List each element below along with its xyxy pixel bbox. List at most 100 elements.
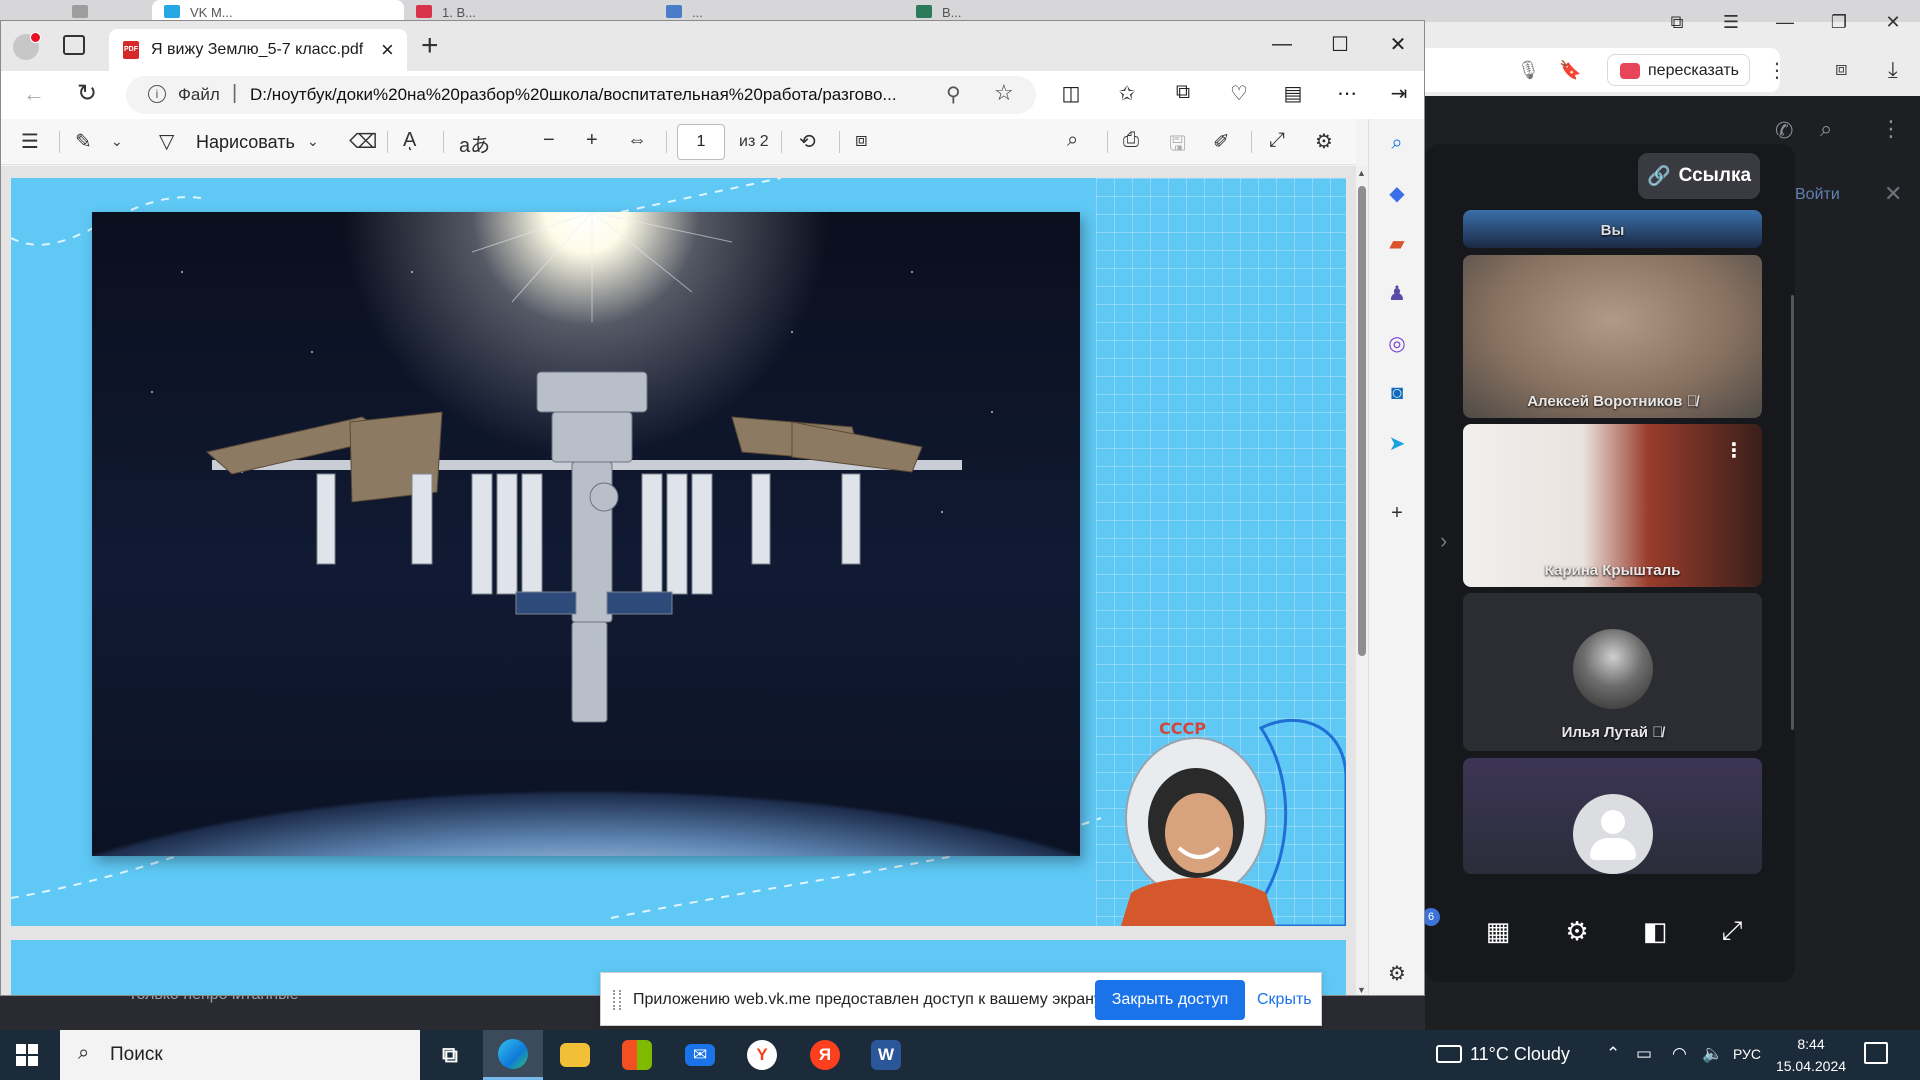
new-tab-button[interactable]: + <box>421 29 439 63</box>
retell-button[interactable]: пересказать <box>1607 54 1750 86</box>
task-view-icon[interactable]: ⧉ <box>420 1030 480 1080</box>
browser-essentials-icon[interactable]: ♡ <box>1225 81 1253 106</box>
participant-tile[interactable]: Алексей Воротников 🎙̸ <box>1463 255 1762 418</box>
close-tab-icon[interactable]: × <box>381 37 394 63</box>
participants-scrollbar[interactable] <box>1791 295 1794 730</box>
drag-handle-icon[interactable] <box>613 990 621 1010</box>
save-icon[interactable]: 🖫 <box>1169 129 1186 163</box>
bookmark-icon[interactable]: 🔖 <box>1559 60 1581 81</box>
pdf-scrollbar[interactable]: ▲ ▼ <box>1356 166 1368 995</box>
fullscreen-icon[interactable]: ⤢ <box>1715 914 1749 948</box>
collections-icon[interactable]: ⧉ <box>1169 81 1197 104</box>
taskbar-search-box[interactable]: ⌕ Поиск <box>60 1030 420 1080</box>
scrollbar-thumb[interactable] <box>1358 186 1366 656</box>
microsoft-365-icon[interactable]: ◎ <box>1383 329 1411 357</box>
volume-icon[interactable]: 🔈 <box>1702 1044 1723 1064</box>
extensions-icon[interactable]: ⧈ <box>1835 58 1848 81</box>
shopping-tag-icon[interactable]: ◆ <box>1383 179 1411 207</box>
download-icon[interactable]: ⤓ <box>1888 57 1898 83</box>
input-language[interactable]: РУС <box>1733 1046 1761 1062</box>
contents-icon[interactable]: ☰ <box>21 129 39 154</box>
more-icon[interactable]: ⋯ <box>1333 81 1361 106</box>
zoom-icon[interactable]: ⚲ <box>946 82 961 107</box>
add-icon[interactable]: + <box>1383 499 1411 527</box>
word-icon[interactable]: W <box>856 1030 916 1080</box>
chevron-up-icon[interactable]: ⌃ <box>1606 1044 1620 1064</box>
more-icon[interactable]: ⋮ <box>1767 58 1787 83</box>
tools-icon[interactable]: ▰ <box>1383 229 1411 257</box>
mail-icon[interactable]: ✉ <box>670 1030 730 1080</box>
eraser-icon[interactable]: ⌫ <box>349 129 377 154</box>
gear-icon[interactable]: ⚙ <box>1383 959 1411 987</box>
stop-sharing-button[interactable]: Закрыть доступ <box>1095 980 1245 1020</box>
participant-tile[interactable] <box>1463 758 1762 874</box>
background-tab[interactable] <box>60 0 130 22</box>
more-icon[interactable]: ⋮ <box>1724 438 1744 463</box>
participant-tile-self[interactable]: Вы <box>1463 210 1762 248</box>
chevron-right-icon[interactable]: › <box>1440 528 1447 554</box>
profile-avatar-icon[interactable] <box>13 32 41 60</box>
fullscreen-icon[interactable]: ⤢ <box>1269 129 1285 152</box>
edge-app-icon[interactable] <box>483 1030 543 1080</box>
windows-start-icon[interactable] <box>16 1044 38 1066</box>
scroll-up-icon[interactable]: ▲ <box>1357 168 1366 178</box>
background-tab-vk[interactable]: VK M... <box>152 0 404 22</box>
read-aloud-icon[interactable]: ▤ <box>1279 81 1307 106</box>
print-icon[interactable]: ⎙ <box>1123 129 1139 152</box>
favorites-icon[interactable]: ✩ <box>1113 81 1141 106</box>
highlight-icon[interactable]: ✎ <box>75 129 92 154</box>
outlook-icon[interactable]: ◙ <box>1383 379 1411 407</box>
background-tab[interactable]: В... <box>904 0 1154 22</box>
address-url[interactable]: D:/ноутбук/доки%20на%20разбор%20школа/во… <box>250 85 950 105</box>
favorite-star-icon[interactable]: ☆ <box>994 80 1014 106</box>
address-bar[interactable]: i Файл | D:/ноутбук/доки%20на%20разбор%2… <box>126 76 1036 114</box>
clock-date[interactable]: 15.04.2024 <box>1770 1058 1852 1074</box>
back-icon[interactable]: ← <box>23 81 45 107</box>
drop-icon[interactable]: ➤ <box>1383 429 1411 457</box>
notifications-icon[interactable] <box>1864 1042 1888 1064</box>
participant-tile[interactable]: Илья Лутай 🎙̸ <box>1463 593 1762 751</box>
wifi-icon[interactable]: ◠ <box>1672 1044 1687 1064</box>
rotate-icon[interactable]: ⟲ <box>799 129 816 154</box>
fit-width-icon[interactable]: ⇔ <box>627 129 647 152</box>
split-screen-icon[interactable]: ◫ <box>1057 81 1085 106</box>
grid-icon[interactable]: ▦ <box>1481 914 1515 948</box>
draw-icon[interactable]: ▽ <box>159 129 174 154</box>
link-button[interactable]: 🔗 Ссылка <box>1638 153 1760 199</box>
weather-widget[interactable]: 11°C Cloudy <box>1436 1044 1570 1065</box>
phone-icon[interactable]: ✆ <box>1775 118 1793 144</box>
background-tab[interactable]: ... <box>654 0 904 22</box>
login-link[interactable]: Войти <box>1795 186 1840 204</box>
search-icon[interactable]: ⌕ <box>1820 116 1832 142</box>
menu-icon[interactable]: ☰ <box>1704 0 1758 44</box>
participant-tile[interactable]: ⋮ Карина Крышталь <box>1463 424 1762 587</box>
layout-icon[interactable]: ◧ <box>1638 914 1672 948</box>
chevron-down-icon[interactable]: ⌄ <box>307 133 319 150</box>
draw-button[interactable]: Нарисовать <box>196 132 295 153</box>
games-icon[interactable]: ♟ <box>1383 279 1411 307</box>
tab-actions-icon[interactable] <box>63 35 85 55</box>
close-icon[interactable]: ✕ <box>1884 181 1902 207</box>
scroll-down-icon[interactable]: ▼ <box>1357 985 1366 995</box>
tab-pdf[interactable]: PDF Я вижу Землю_5-7 класс.pdf × <box>109 29 407 71</box>
close-icon[interactable]: ✕ <box>1866 0 1920 44</box>
background-tab[interactable]: 1. В... <box>404 0 654 22</box>
page-number-input[interactable]: 1 <box>677 124 725 160</box>
chevron-down-icon[interactable]: ⌄ <box>111 133 123 150</box>
search-icon[interactable]: ⌕ <box>1383 129 1411 157</box>
more-icon[interactable]: ⋮ <box>1880 116 1902 142</box>
read-aloud-icon[interactable]: Aͅ <box>403 129 416 152</box>
sidebar-toggle-icon[interactable]: ⇥ <box>1385 81 1413 106</box>
restore-icon[interactable]: ❐ <box>1812 0 1866 44</box>
refresh-icon[interactable]: ↻ <box>77 79 97 108</box>
microsoft-store-icon[interactable] <box>607 1030 667 1080</box>
info-icon[interactable]: i <box>148 85 166 103</box>
gear-icon[interactable]: ⚙ <box>1315 129 1333 154</box>
page-view-icon[interactable]: ⧈ <box>855 129 868 152</box>
minimize-icon[interactable]: — <box>1267 29 1297 59</box>
yandex-browser-icon[interactable]: Y <box>732 1030 792 1080</box>
text-icon[interactable]: aあ <box>459 129 490 158</box>
file-explorer-icon[interactable] <box>545 1030 605 1080</box>
save-as-icon[interactable]: ✐ <box>1213 129 1230 154</box>
microphone-icon[interactable]: 🎙 <box>1517 60 1540 81</box>
